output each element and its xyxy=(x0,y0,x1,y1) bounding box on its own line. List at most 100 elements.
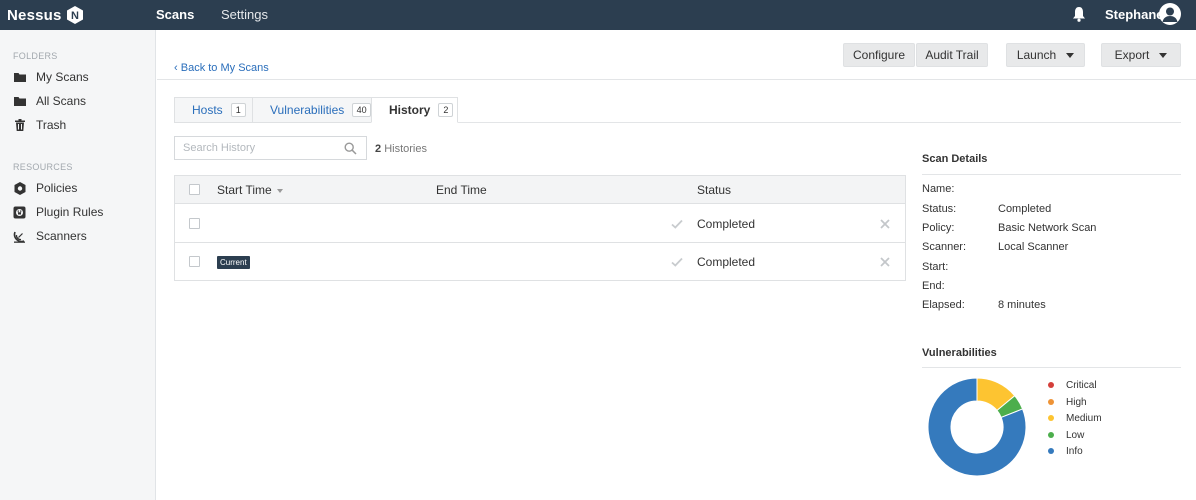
detail-row-status: Status: Completed xyxy=(922,203,1182,217)
sidebar-item-label: Plugin Rules xyxy=(36,205,104,219)
column-header-end-time[interactable]: End Time xyxy=(436,183,487,197)
header-divider xyxy=(157,79,1196,80)
search-history-box xyxy=(174,136,367,160)
notifications-bell-icon[interactable] xyxy=(1072,6,1086,22)
logo-badge-letter: N xyxy=(71,10,79,22)
tab-hosts[interactable]: Hosts 1 xyxy=(174,97,253,123)
sidebar-item-label: Scanners xyxy=(36,229,87,243)
sidebar-item-scanners[interactable]: Scanners xyxy=(13,227,87,245)
folder-icon xyxy=(13,95,26,108)
tab-label: History xyxy=(389,103,431,117)
logo-text: Nessus xyxy=(7,6,62,24)
legend-label: High xyxy=(1066,396,1087,408)
nessus-logo[interactable]: Nessus N xyxy=(7,4,85,26)
row-status: Completed xyxy=(697,217,756,231)
vulnerabilities-divider xyxy=(922,367,1181,368)
export-button[interactable]: Export xyxy=(1101,43,1181,67)
select-all-checkbox[interactable] xyxy=(189,184,200,195)
launch-button-label: Launch xyxy=(1016,48,1057,62)
detail-row-policy: Policy: Basic Network Scan xyxy=(922,222,1182,236)
row-checkbox[interactable] xyxy=(189,256,200,267)
search-history-input[interactable] xyxy=(175,137,335,159)
trash-icon xyxy=(13,119,26,132)
legend-dot xyxy=(1048,432,1054,438)
sidebar-item-my-scans[interactable]: My Scans xyxy=(13,68,89,86)
detail-value: Local Scanner xyxy=(998,241,1069,253)
shield-icon xyxy=(13,181,26,195)
legend-dot xyxy=(1048,399,1054,405)
chevron-left-icon: ‹ xyxy=(174,62,181,74)
tabs-divider xyxy=(458,122,1181,123)
chevron-down-icon xyxy=(1066,52,1075,58)
sidebar-item-trash[interactable]: Trash xyxy=(13,116,66,134)
sidebar-item-label: All Scans xyxy=(36,94,87,108)
detail-key: Policy: xyxy=(922,222,955,234)
detail-row-start: Start: xyxy=(922,261,1182,275)
logo-badge-icon: N xyxy=(65,5,85,25)
sort-down-icon xyxy=(276,188,283,193)
sidebar-item-label: My Scans xyxy=(36,70,89,84)
detail-key: End: xyxy=(922,280,945,292)
top-navigation-bar: Nessus N Scans Settings Stephane xyxy=(0,0,1196,30)
checkmark-icon xyxy=(671,218,683,232)
delete-row-icon[interactable] xyxy=(880,218,890,232)
vulnerabilities-title: Vulnerabilities xyxy=(922,347,997,359)
search-icon[interactable] xyxy=(344,142,357,158)
current-badge: Current xyxy=(217,256,250,269)
sidebar-item-label: Policies xyxy=(36,181,78,195)
row-checkbox[interactable] xyxy=(189,218,200,229)
table-header: Start Time End Time Status xyxy=(175,176,905,204)
detail-row-scanner: Scanner: Local Scanner xyxy=(922,241,1182,255)
launch-button[interactable]: Launch xyxy=(1006,43,1085,67)
legend-item-high: High xyxy=(1048,395,1087,409)
detail-row-end: End: xyxy=(922,280,1182,294)
username-label[interactable]: Stephane xyxy=(1105,7,1164,22)
checkmark-icon xyxy=(671,256,683,270)
sidebar-item-label: Trash xyxy=(36,118,67,132)
legend-item-info: Info xyxy=(1048,444,1083,458)
tab-count-badge: 40 xyxy=(352,103,371,117)
tab-count-badge: 1 xyxy=(230,103,246,117)
delete-row-icon[interactable] xyxy=(880,256,890,270)
user-avatar-icon[interactable] xyxy=(1159,3,1181,25)
sidebar-item-policies[interactable]: Policies xyxy=(13,179,77,197)
back-to-my-scans-link[interactable]: ‹ Back to My Scans xyxy=(174,62,269,74)
nav-settings-link[interactable]: Settings xyxy=(221,7,268,22)
column-header-start-time[interactable]: Start Time xyxy=(217,183,283,197)
scan-details-title: Scan Details xyxy=(922,153,988,165)
tab-vulnerabilities[interactable]: Vulnerabilities 40 xyxy=(252,97,372,123)
detail-value: 8 minutes xyxy=(998,299,1046,311)
resources-header: RESOURCES xyxy=(13,162,73,172)
column-header-status[interactable]: Status xyxy=(697,183,731,197)
sidebar-item-all-scans[interactable]: All Scans xyxy=(13,92,86,110)
history-count-number: 2 xyxy=(375,143,382,155)
chevron-down-icon xyxy=(1159,52,1168,58)
tab-label: Vulnerabilities xyxy=(270,103,345,117)
detail-row-elapsed: Elapsed: 8 minutes xyxy=(922,299,1182,313)
history-count: 2 Histories xyxy=(375,143,427,155)
table-row[interactable]: Completed xyxy=(175,205,905,243)
table-row[interactable]: Current Completed xyxy=(175,243,905,281)
legend-dot xyxy=(1048,415,1054,421)
detail-key: Status: xyxy=(922,203,957,215)
configure-button[interactable]: Configure xyxy=(843,43,915,67)
detail-key: Elapsed: xyxy=(922,299,965,311)
tab-count-badge: 2 xyxy=(438,103,454,117)
detail-value: Completed xyxy=(998,203,1052,215)
audit-trail-button[interactable]: Audit Trail xyxy=(916,43,988,67)
tab-history[interactable]: History 2 xyxy=(371,97,458,123)
column-header-label: Start Time xyxy=(217,183,272,197)
legend-dot xyxy=(1048,448,1054,454)
legend-item-medium: Medium xyxy=(1048,411,1102,425)
legend-label: Info xyxy=(1066,445,1083,457)
nav-scans-link[interactable]: Scans xyxy=(156,7,194,22)
detail-key: Name: xyxy=(922,183,955,195)
legend-label: Critical xyxy=(1066,379,1097,391)
folder-icon xyxy=(13,71,26,84)
folders-header: FOLDERS xyxy=(13,51,58,61)
sidebar-item-plugin-rules[interactable]: Plugin Rules xyxy=(13,203,103,221)
legend-label: Low xyxy=(1066,429,1085,441)
legend-item-low: Low xyxy=(1048,428,1084,442)
legend-item-critical: Critical xyxy=(1048,378,1097,392)
scan-details-divider xyxy=(922,174,1181,175)
